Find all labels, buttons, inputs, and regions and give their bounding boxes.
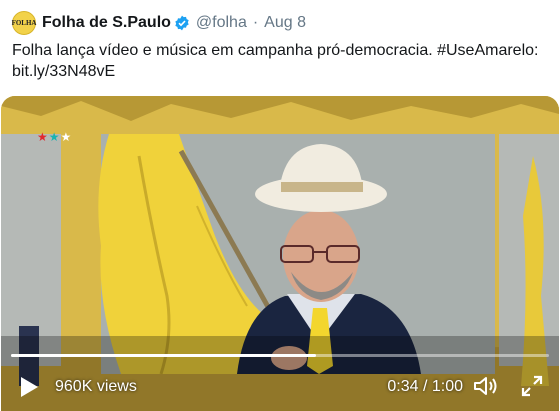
progress-fill (11, 354, 317, 357)
handle[interactable]: @folha (196, 14, 247, 32)
time-display: 0:34 / 1:00 (387, 378, 463, 395)
play-icon[interactable] (19, 376, 39, 398)
tweet-header: FOLHA Folha de S.Paulo @folha · Aug 8 (12, 10, 548, 36)
avatar-label: FOLHA (11, 19, 37, 27)
view-count: 960K views (55, 378, 137, 395)
tweet-date[interactable]: Aug 8 (264, 14, 306, 32)
video-frame (1, 96, 559, 411)
display-name[interactable]: Folha de S.Paulo (42, 14, 171, 32)
fullscreen-icon[interactable] (521, 375, 543, 397)
video-player[interactable]: ★★★ 960K views 0:34 / 1:00 (1, 96, 559, 411)
progress-bar[interactable] (11, 354, 549, 357)
tweet-text: Folha lança vídeo e música em campanha p… (12, 42, 539, 80)
volume-icon[interactable] (473, 375, 499, 397)
flag-stars: ★★★ (37, 130, 73, 144)
separator: · (252, 14, 259, 31)
verified-badge-icon (175, 15, 189, 31)
video-controls: 960K views 0:34 / 1:00 (1, 366, 559, 406)
avatar[interactable]: FOLHA (12, 11, 36, 35)
